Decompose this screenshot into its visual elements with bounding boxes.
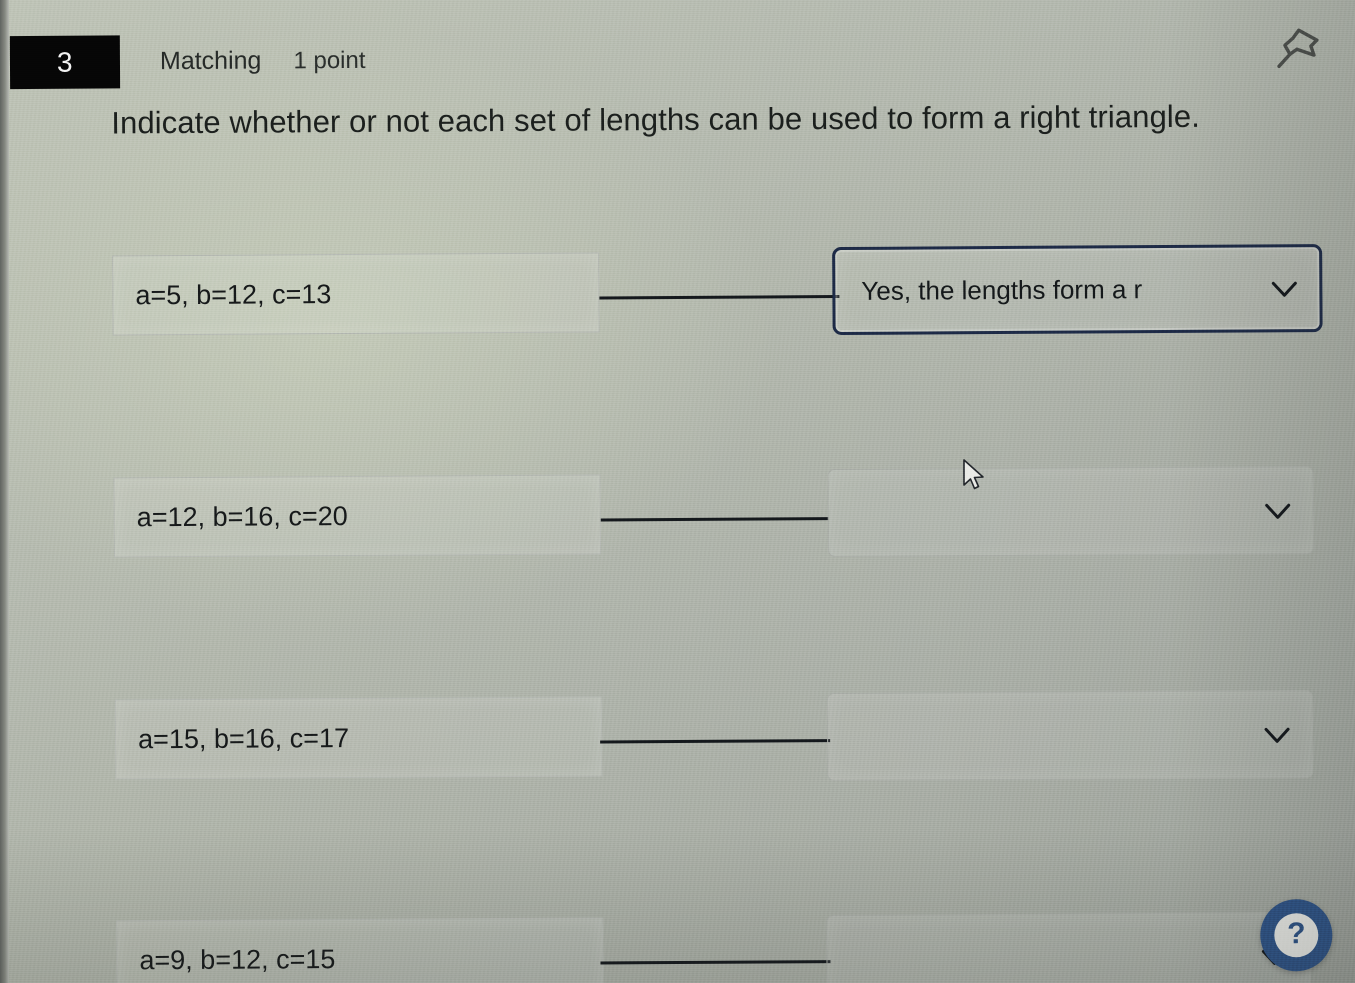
- match-term-1: a=5, b=12, c=13: [112, 252, 600, 336]
- match-dropdown-1[interactable]: Yes, the lengths form a r: [832, 244, 1323, 336]
- question-points-label: 1 point: [293, 46, 366, 74]
- quiz-question-content: 3 Matching 1 point Indicate whether or n…: [0, 0, 1355, 983]
- pushpin-icon[interactable]: [1273, 24, 1327, 72]
- match-dropdown-1-value: Yes, the lengths form a r: [861, 273, 1143, 306]
- question-prompt: Indicate whether or not each set of leng…: [111, 98, 1201, 141]
- matching-row: a=5, b=12, c=13 Yes, the lengths form a …: [0, 244, 1355, 362]
- matching-rows: a=5, b=12, c=13 Yes, the lengths form a …: [0, 244, 1355, 983]
- matching-row: a=20, b=40, c=60: [2, 684, 1355, 802]
- matching-row: a=15, b=16, c=17: [0, 464, 1355, 782]
- question-number-badge: 3: [9, 35, 121, 90]
- match-term-4: a=9, b=12, c=15: [116, 917, 604, 983]
- question-header: 3 Matching 1 point: [9, 34, 366, 90]
- match-dropdown-4[interactable]: [826, 912, 1311, 983]
- chevron-down-icon: [1271, 281, 1297, 297]
- match-connector-4: [600, 960, 831, 965]
- question-mark-icon: ?: [1274, 913, 1319, 958]
- matching-row: a=8, b=10, c=12: [2, 794, 1355, 912]
- match-connector-1: [599, 295, 840, 300]
- match-dropdown-4-value: [853, 956, 1257, 958]
- matching-row: a=9, b=12, c=15: [1, 574, 1355, 983]
- monitor-bezel-left: [0, 0, 9, 983]
- question-type-label: Matching: [159, 46, 262, 76]
- matching-row: a=12, b=16, c=20: [0, 354, 1355, 558]
- help-button[interactable]: ?: [1260, 899, 1333, 972]
